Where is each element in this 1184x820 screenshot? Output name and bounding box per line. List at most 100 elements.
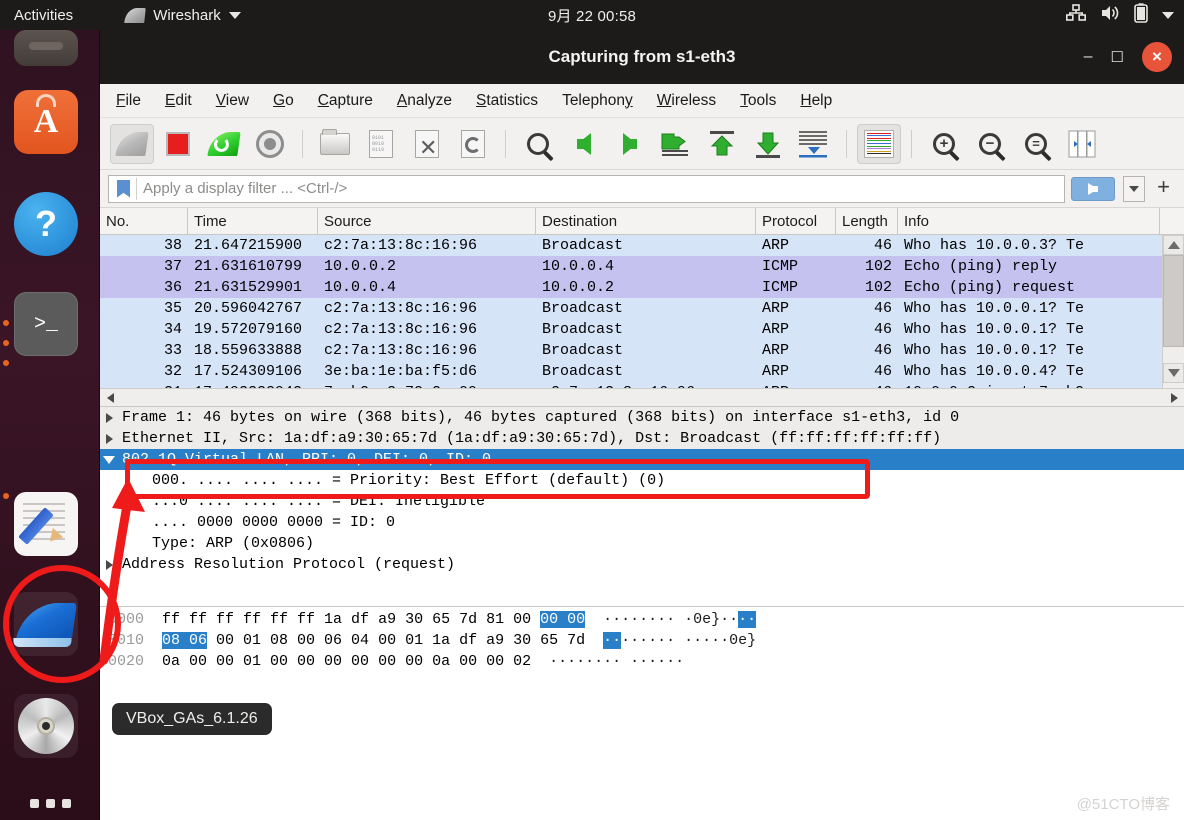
stop-capture-icon[interactable] <box>156 124 200 164</box>
scroll-up-button[interactable] <box>1163 235 1184 255</box>
menu-capture[interactable]: Capture <box>318 92 373 110</box>
packet-list-rows[interactable]: 38 21.647215900 c2:7a:13:8c:16:96 Broadcast… <box>100 235 1184 388</box>
column-header-protocol[interactable]: Protocol <box>756 207 836 235</box>
system-tray[interactable] <box>1066 3 1174 27</box>
table-row[interactable]: 33 18.559633888 c2:7a:13:8c:16:96 Broadcast… <box>100 340 1184 361</box>
hexdump-row[interactable]: 0010 08 06 00 01 08 00 06 04 00 01 1a df … <box>100 630 1184 651</box>
detail-row[interactable]: Address Resolution Protocol (request) <box>100 554 1184 575</box>
dock-item-files[interactable] <box>14 30 78 66</box>
activities-button[interactable]: Activities <box>14 7 73 24</box>
close-file-icon[interactable]: ✕ <box>405 124 449 164</box>
table-row[interactable]: 34 19.572079160 c2:7a:13:8c:16:96 Broadcast… <box>100 319 1184 340</box>
restart-capture-icon[interactable] <box>202 124 246 164</box>
hexdump-row[interactable]: 0000 ff ff ff ff ff ff 1a df a9 30 65 7d … <box>100 609 1184 630</box>
table-row[interactable]: 37 21.631610799 10.0.0.2 10.0.0.4 ICMP 102 Ech… <box>100 256 1184 277</box>
go-back-icon[interactable] <box>562 124 606 164</box>
go-to-packet-icon[interactable] <box>654 124 698 164</box>
packet-list-header[interactable]: No. Time Source Destination Protocol Length In… <box>100 207 1184 235</box>
chevron-down-icon[interactable] <box>1162 11 1174 19</box>
menu-help[interactable]: Help <box>800 92 832 110</box>
reload-file-icon[interactable] <box>451 124 495 164</box>
filter-dropdown-button[interactable] <box>1123 175 1146 202</box>
table-row[interactable]: 3117.4933229427e:b2:e3:72:2c:09c2:7a:13:… <box>100 382 1184 388</box>
table-row[interactable]: 36 21.631529901 10.0.0.4 10.0.0.2 ICMP 102 Ech… <box>100 277 1184 298</box>
hscroll-left-button[interactable] <box>100 390 120 406</box>
go-forward-icon[interactable] <box>608 124 652 164</box>
menu-tools[interactable]: Tools <box>740 92 776 110</box>
zoom-out-icon[interactable]: − <box>968 124 1012 164</box>
detail-row[interactable]: 802.1Q Virtual LAN, PRI: 0, DEI: 0, ID: … <box>100 449 1184 470</box>
packet-detail-pane[interactable]: Frame 1: 46 bytes on wire (368 bits), 46… <box>100 406 1184 606</box>
detail-row[interactable]: Type: ARP (0x0806) <box>100 533 1184 554</box>
dock-item-ubuntu-software[interactable]: A <box>14 90 78 154</box>
column-header-time[interactable]: Time <box>188 207 318 235</box>
zoom-in-icon[interactable]: + <box>922 124 966 164</box>
detail-row[interactable]: Ethernet II, Src: 1a:df:a9:30:65:7d (1a:… <box>100 428 1184 449</box>
column-header-info[interactable]: Info <box>898 207 1160 235</box>
packet-bytes-pane[interactable]: 0000 ff ff ff ff ff ff 1a df a9 30 65 7d … <box>100 606 1184 678</box>
packet-list-scrollbar[interactable] <box>1162 235 1184 388</box>
find-packet-icon[interactable] <box>516 124 560 164</box>
menu-statistics[interactable]: Statistics <box>476 92 538 110</box>
open-file-icon[interactable] <box>313 124 357 164</box>
colorize-icon[interactable] <box>857 123 901 164</box>
menu-view[interactable]: View <box>216 92 249 110</box>
go-last-packet-icon[interactable] <box>746 124 790 164</box>
show-applications-icon[interactable] <box>30 799 71 808</box>
menu-file[interactable]: File <box>116 92 141 110</box>
dock-item-help[interactable]: ? <box>14 192 78 256</box>
volume-icon[interactable] <box>1100 4 1120 26</box>
hscroll-right-button[interactable] <box>1164 390 1184 406</box>
menu-edit[interactable]: Edit <box>165 92 192 110</box>
auto-scroll-icon[interactable] <box>792 124 836 164</box>
expand-twisty-icon[interactable] <box>100 433 118 444</box>
network-icon[interactable] <box>1066 4 1086 26</box>
maximize-button[interactable]: ☐ <box>1111 48 1124 66</box>
menu-go[interactable]: Go <box>273 92 294 110</box>
packet-list-hscrollbar[interactable] <box>100 388 1184 406</box>
cell-source: 10.0.0.2 <box>324 258 397 275</box>
go-first-packet-icon[interactable] <box>700 124 744 164</box>
table-row[interactable]: 38 21.647215900 c2:7a:13:8c:16:96 Broadcast… <box>100 235 1184 256</box>
battery-icon[interactable] <box>1134 3 1148 27</box>
minimize-button[interactable]: – <box>1084 48 1093 66</box>
expand-twisty-icon[interactable] <box>100 559 118 570</box>
column-header-length[interactable]: Length <box>836 207 898 235</box>
detail-row[interactable]: Frame 1: 46 bytes on wire (368 bits), 46… <box>100 407 1184 428</box>
add-filter-button[interactable]: + <box>1153 174 1176 203</box>
hexdump-row[interactable]: 0020 0a 00 00 01 00 00 00 00 00 00 0a 00 … <box>100 651 1184 672</box>
resize-columns-icon[interactable] <box>1060 124 1104 164</box>
expand-twisty-icon[interactable] <box>100 412 118 423</box>
capture-options-icon[interactable] <box>248 124 292 164</box>
app-menu[interactable]: Wireshark <box>124 7 241 24</box>
cell-destination: Broadcast <box>542 237 624 254</box>
menu-wireless[interactable]: Wireless <box>657 92 716 110</box>
zoom-reset-icon[interactable]: = <box>1014 124 1058 164</box>
bookmark-icon[interactable] <box>117 179 130 198</box>
menu-analyze[interactable]: Analyze <box>397 92 452 110</box>
close-button[interactable]: × <box>1142 42 1172 72</box>
detail-row[interactable]: 000. .... .... .... = Priority: Best Eff… <box>100 470 1184 491</box>
detail-row[interactable]: ...0 .... .... .... = DEI: Ineligible <box>100 491 1184 512</box>
dock-item-wireshark[interactable] <box>14 592 78 656</box>
collapse-twisty-icon[interactable] <box>100 455 118 464</box>
start-capture-icon[interactable] <box>110 123 154 164</box>
clock[interactable]: 9月 22 00:58 <box>548 5 636 26</box>
apply-filter-arrow-icon[interactable] <box>1071 176 1116 201</box>
table-row[interactable]: 35 20.596042767 c2:7a:13:8c:16:96 Broadcast… <box>100 298 1184 319</box>
dock-item-disc[interactable] <box>14 694 78 758</box>
table-row[interactable]: 32 17.524309106 3e:ba:1e:ba:f5:d6 Broadcast… <box>100 361 1184 382</box>
column-header-source[interactable]: Source <box>318 207 536 235</box>
menu-telephony[interactable]: Telephony <box>562 92 633 110</box>
detail-row[interactable]: .... 0000 0000 0000 = ID: 0 <box>100 512 1184 533</box>
scrollbar-thumb[interactable] <box>1163 255 1184 347</box>
cell-length: 46 <box>873 363 892 380</box>
scroll-down-button[interactable] <box>1163 363 1184 383</box>
dock-item-terminal[interactable]: >_ <box>14 292 78 356</box>
search-input[interactable]: Apply a display filter ... <Ctrl-/> <box>108 174 1066 203</box>
save-file-icon[interactable]: 0101 0010 0110 <box>359 124 403 164</box>
column-header-destination[interactable]: Destination <box>536 207 756 235</box>
cell-info: Who has 10.0.0.4? Te <box>904 363 1085 380</box>
column-header-no[interactable]: No. <box>100 207 188 235</box>
dock-item-text-editor[interactable] <box>14 492 78 556</box>
